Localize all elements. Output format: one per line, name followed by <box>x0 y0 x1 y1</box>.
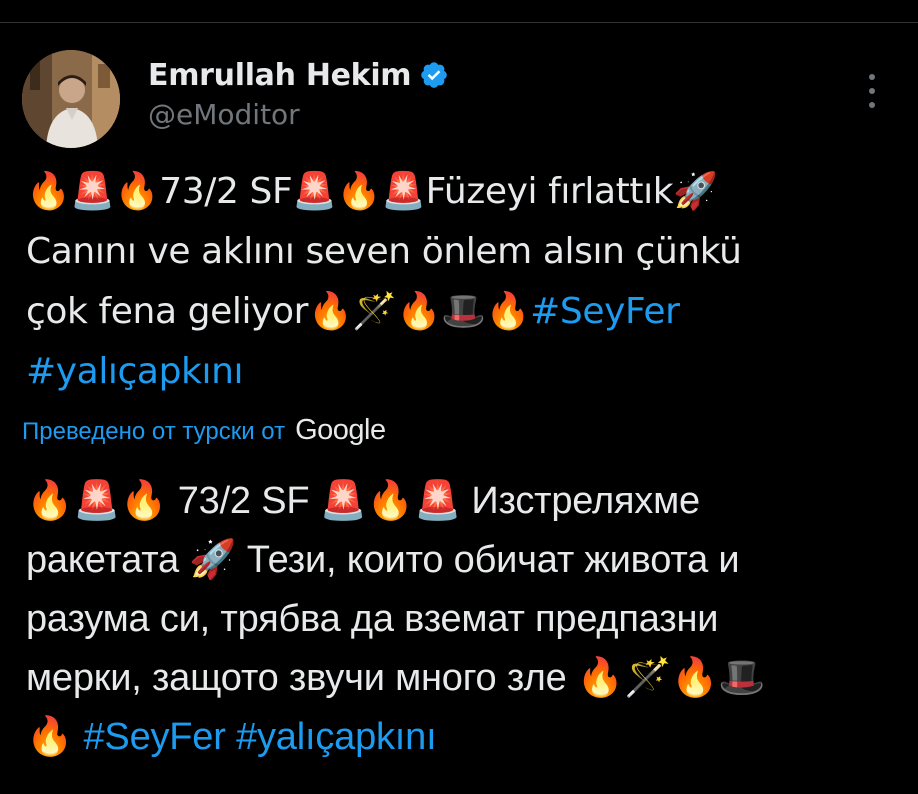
author-handle[interactable]: @eModitor <box>148 98 300 131</box>
avatar-photo <box>22 50 120 148</box>
hashtag-link[interactable]: #SeyFer <box>530 291 680 332</box>
translated-line: мерки, защото звучи много зле 🔥🪄🔥🎩 <box>26 657 766 699</box>
translated-line: 🔥🚨🔥 73/2 SF 🚨🔥🚨 Изстреляхме <box>26 480 700 522</box>
more-dot <box>869 74 875 80</box>
translated-from-label[interactable]: Преведено от турски от <box>22 418 285 446</box>
tweet-line: Canını ve aklını seven önlem alsın çünkü <box>26 231 742 272</box>
hashtag-link[interactable]: #SeyFer <box>83 716 225 758</box>
tweet-line: çok fena geliyor🔥🪄🔥🎩🔥 <box>26 291 531 332</box>
translated-line: ракетата 🚀 Тези, които обичат живота и <box>26 539 740 581</box>
tweet-line: 🔥🚨🔥73/2 SF🚨🔥🚨Füzeyi fırlattık🚀 <box>26 171 718 212</box>
hashtag-link[interactable]: #yalıçapkını <box>236 716 437 758</box>
avatar[interactable] <box>22 50 120 148</box>
more-dot <box>869 88 875 94</box>
more-options-icon[interactable] <box>858 74 886 108</box>
more-dot <box>869 102 875 108</box>
tweet-text: 🔥🚨🔥73/2 SF🚨🔥🚨Füzeyi fırlattık🚀 Canını ve… <box>26 162 876 402</box>
author-name-row[interactable]: Emrullah Hekim <box>148 56 449 94</box>
top-divider <box>0 22 918 23</box>
translation-attribution: Преведено от турски от Google <box>22 414 386 447</box>
google-logo: Google <box>295 414 386 446</box>
translated-line: 🔥 <box>26 716 74 758</box>
translated-line: разума си, трябва да вземат предпазни <box>26 598 719 640</box>
translated-text: 🔥🚨🔥 73/2 SF 🚨🔥🚨 Изстреляхме ракетата 🚀 Т… <box>26 472 896 767</box>
hashtag-link[interactable]: #yalıçapkını <box>26 351 244 392</box>
author-display-name[interactable]: Emrullah Hekim <box>148 58 412 93</box>
verified-badge-icon <box>419 60 449 90</box>
